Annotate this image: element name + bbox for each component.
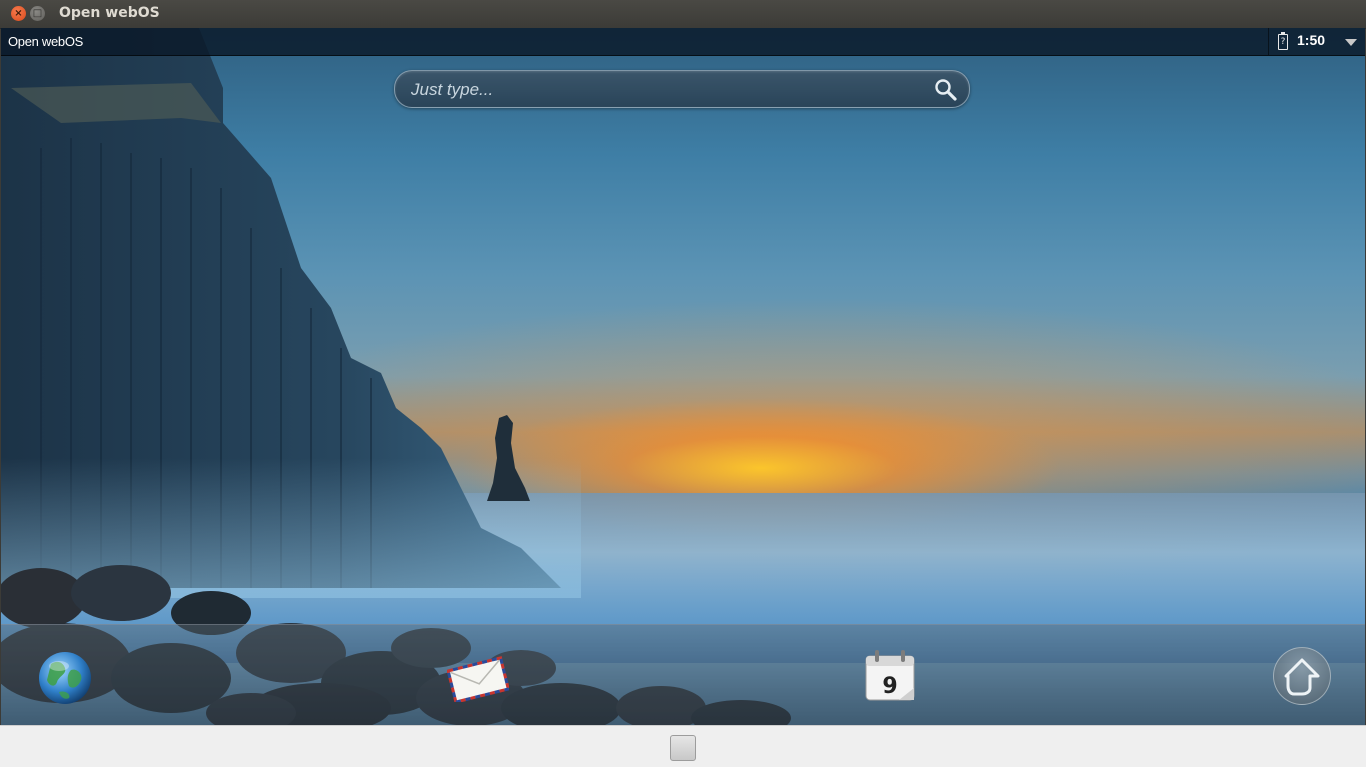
brand-label: Open webOS — [8, 34, 84, 49]
emulator-bottom-bar — [0, 725, 1366, 767]
clock: 1:50 — [1297, 32, 1326, 48]
home-button[interactable] — [670, 735, 696, 761]
globe-icon[interactable] — [37, 650, 93, 706]
window-maximize-button[interactable]: □ — [30, 6, 45, 21]
search-icon[interactable] — [934, 78, 958, 102]
quick-launch-dock — [1, 624, 1365, 725]
envelope-icon[interactable] — [447, 656, 509, 702]
calendar-day-number: 9 — [882, 674, 897, 699]
status-bar: Open webOS 1:50 — [1, 28, 1365, 56]
launcher-button[interactable] — [1273, 647, 1331, 705]
app-window: × □ Open webOS Open webOS ? 1:50 Just ty… — [0, 0, 1366, 767]
window-close-button[interactable]: × — [11, 6, 26, 21]
window-title: Open webOS — [59, 5, 160, 21]
search-input[interactable] — [409, 78, 913, 102]
wallpaper-sea-stack — [487, 415, 530, 501]
battery-icon — [1278, 32, 1288, 50]
just-type-search-bar[interactable] — [394, 70, 970, 108]
calendar-icon[interactable]: 9 — [863, 648, 917, 704]
up-arrow-icon — [1284, 658, 1320, 696]
chevron-down-icon[interactable] — [1345, 39, 1357, 46]
webos-screen: Open webOS 1:50 — [1, 28, 1365, 725]
system-menu-button[interactable]: 1:50 — [1268, 28, 1365, 55]
window-titlebar[interactable]: × □ Open webOS — [0, 0, 1366, 29]
